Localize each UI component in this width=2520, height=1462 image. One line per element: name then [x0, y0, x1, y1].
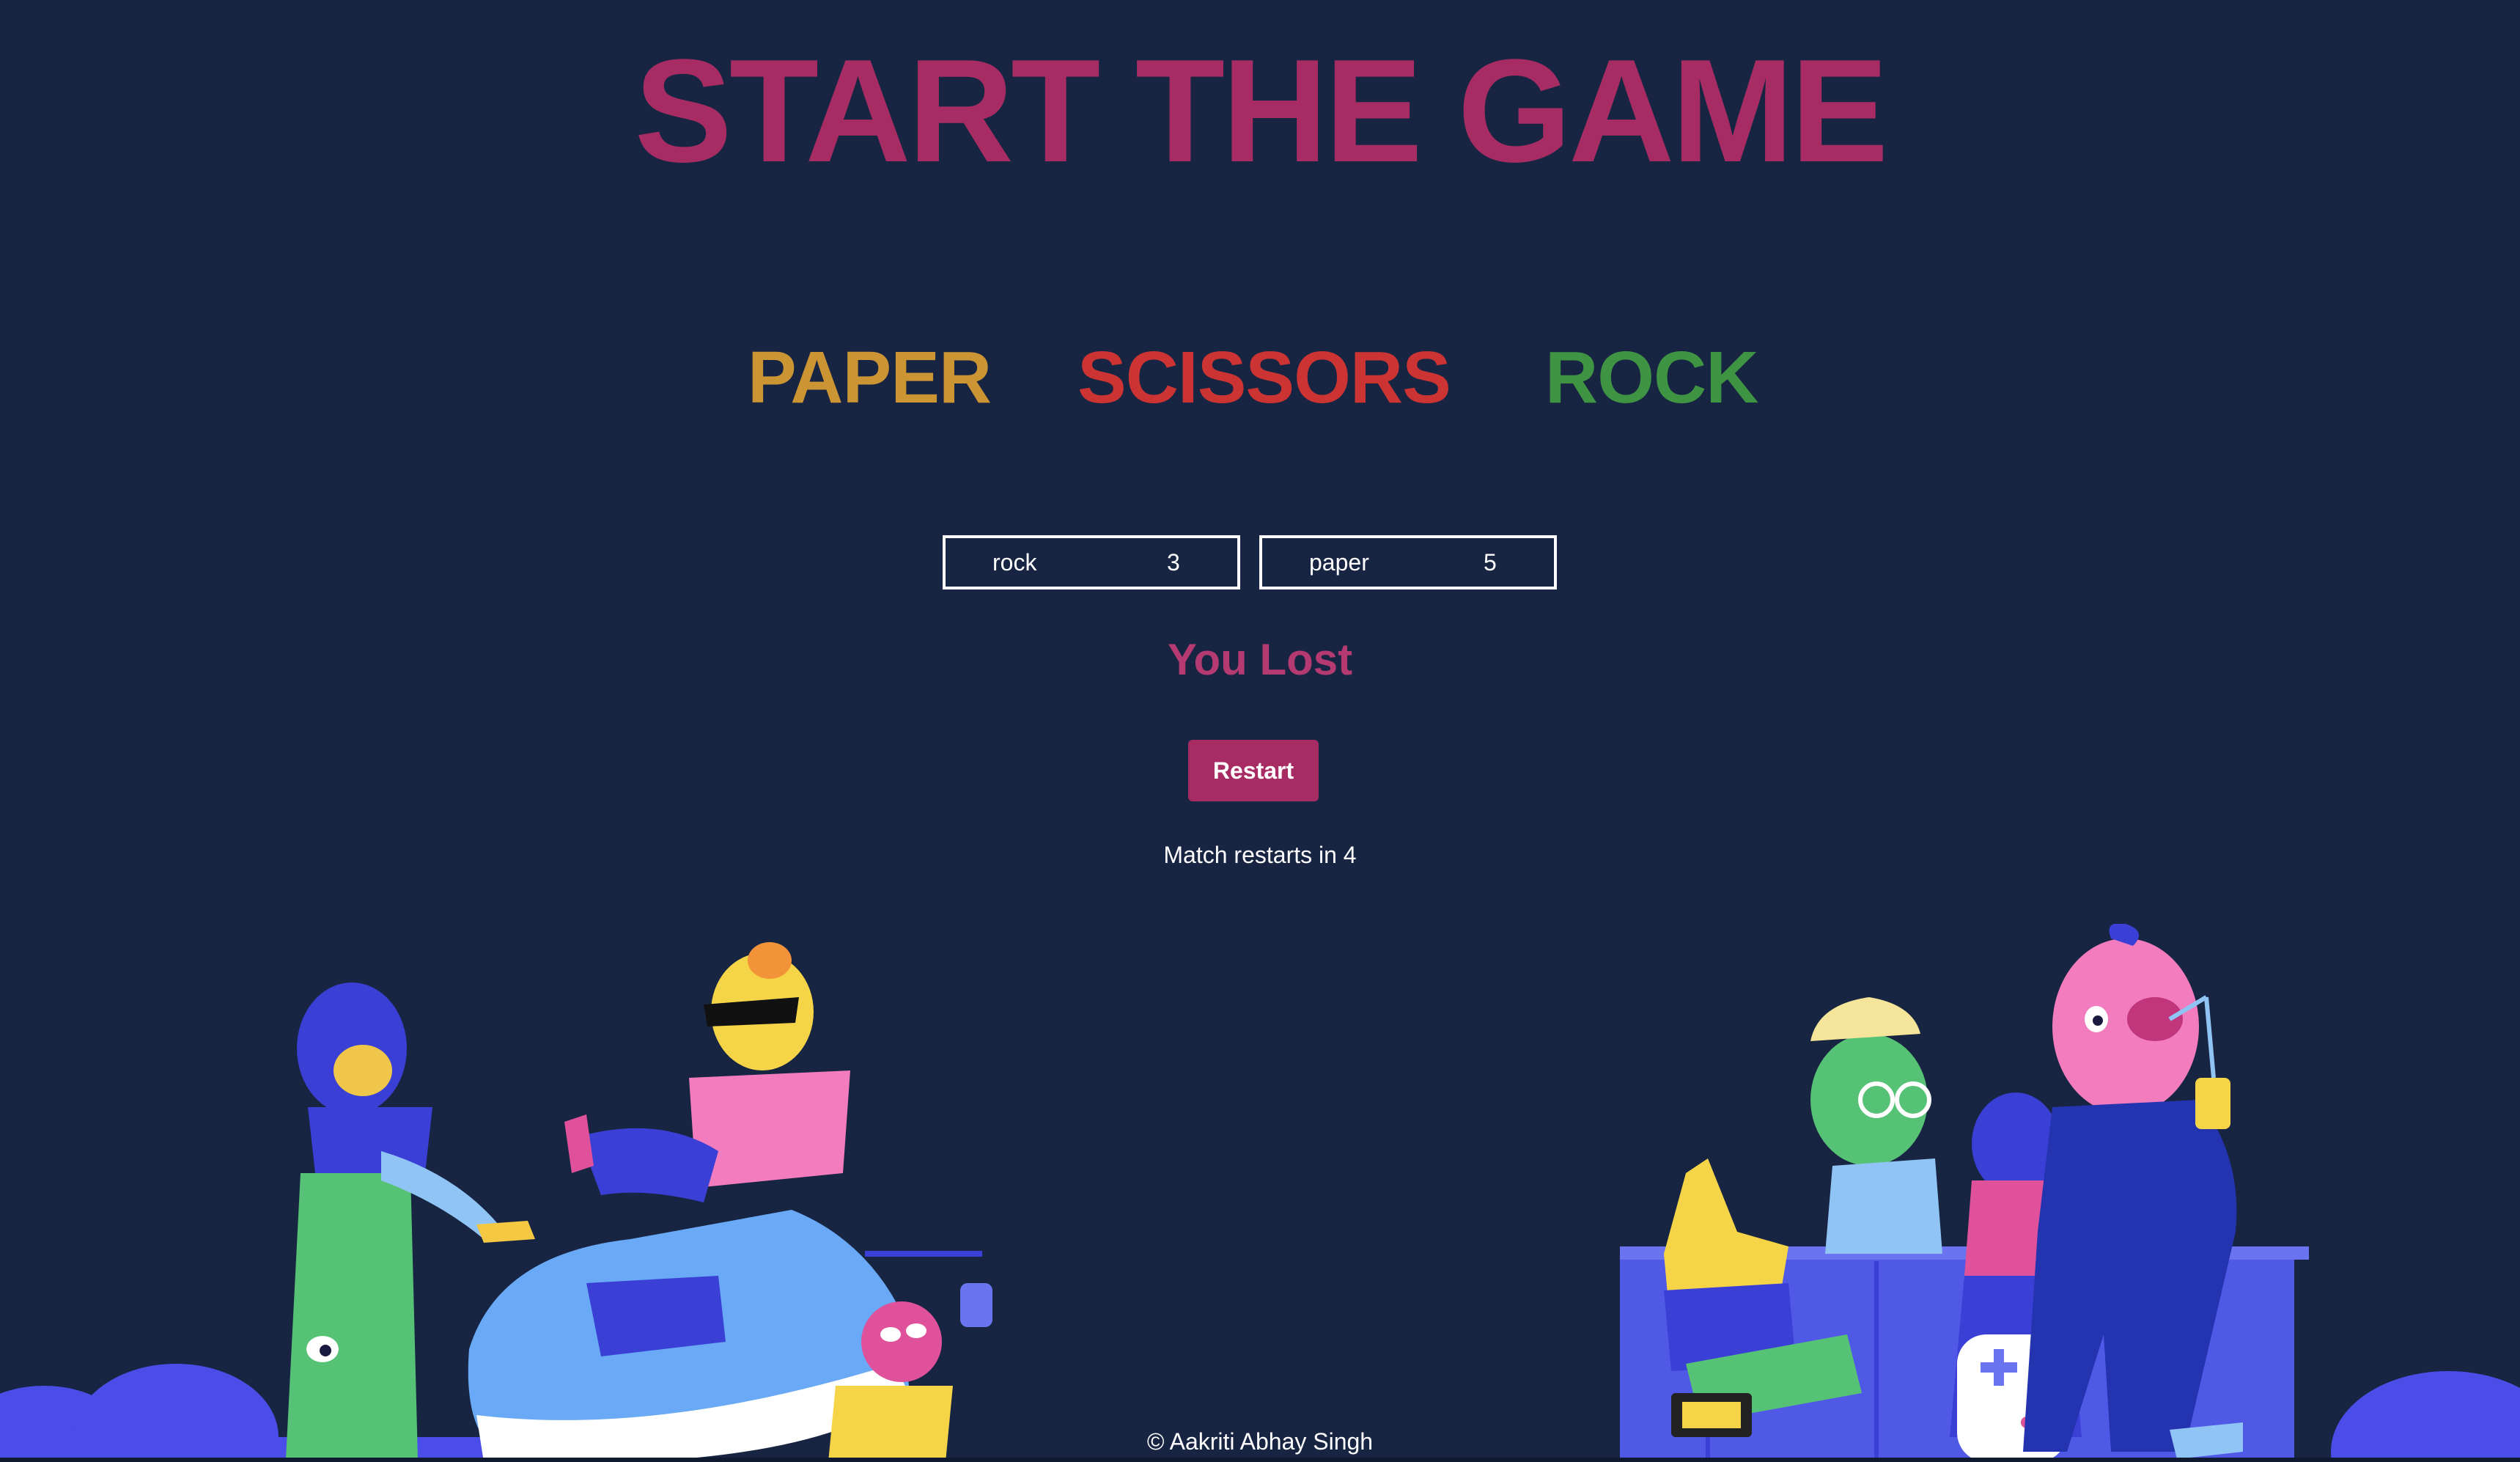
choice-scissors[interactable]: SCISSORS: [1077, 334, 1451, 422]
restart-countdown: Match restarts in 4: [1163, 842, 1357, 868]
computer-score-box: paper 5: [1259, 535, 1557, 589]
right-characters-illustration: [1620, 924, 2520, 1462]
choice-options: PAPER SCISSORS ROCK: [0, 334, 2520, 422]
player-score: 3: [1167, 549, 1180, 576]
left-characters-illustration: [0, 942, 992, 1462]
player-choice: rock: [992, 549, 1037, 576]
restart-button[interactable]: Restart: [1188, 740, 1319, 801]
choice-rock[interactable]: ROCK: [1545, 334, 1758, 422]
computer-score: 5: [1484, 549, 1497, 576]
player-score-box: rock 3: [943, 535, 1240, 589]
bottom-edge: [0, 1458, 2520, 1462]
footer-credit: © Aakriti Abhay Singh: [1146, 1428, 1374, 1455]
result-message: You Lost: [1167, 635, 1353, 684]
choice-paper[interactable]: PAPER: [748, 334, 992, 422]
computer-choice: paper: [1309, 549, 1369, 576]
page-title: START THE GAME: [634, 29, 1889, 193]
